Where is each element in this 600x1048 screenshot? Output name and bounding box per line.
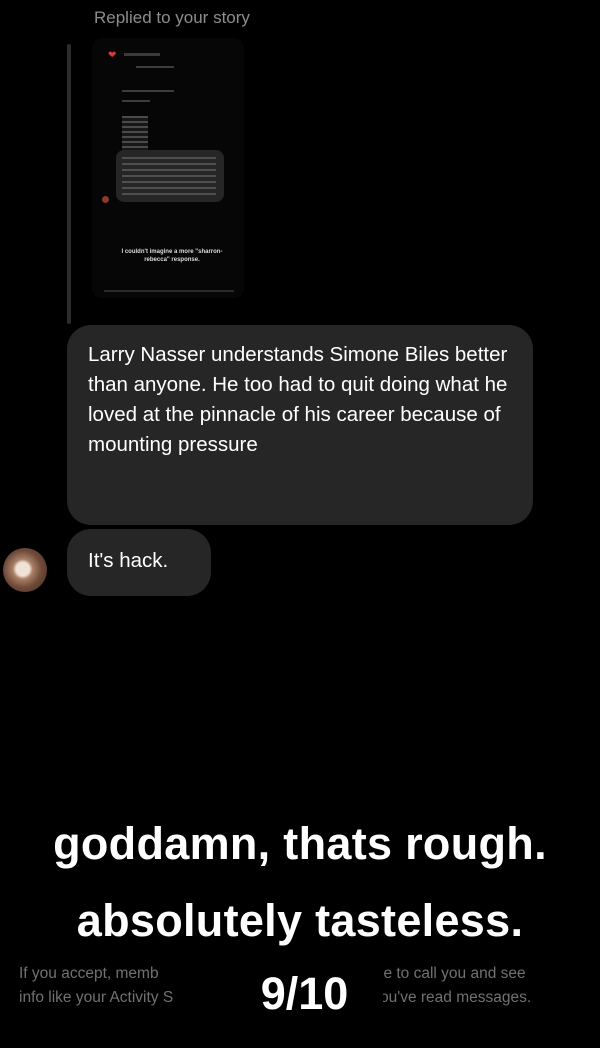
overlay-caption-line-1: goddamn, thats rough. [53,818,547,869]
story-preview-line [136,66,174,68]
message-request-notice-right: le to call you and see ou've read messag… [380,962,590,1010]
sender-avatar[interactable] [3,548,47,592]
story-preview-line [122,90,174,92]
story-preview-username [124,53,160,56]
story-preview-avatar-dot [102,196,109,203]
overlay-caption-line-2: absolutely tasteless. [76,895,524,946]
story-reply-bar [67,44,71,324]
story-preview-caption: I couldn't imagine a more "sharron-rebec… [121,249,223,263]
replied-to-story-label: Replied to your story [94,8,250,27]
message-bubble[interactable]: Larry Nasser understands Simone Biles be… [67,325,533,525]
message-request-notice-left: If you accept, memb info like your Activ… [19,962,227,1010]
story-preview-bubble-text [122,157,216,195]
heart-icon: ❤ [108,50,117,61]
story-preview-line [122,100,150,102]
story-preview-thumbnail[interactable]: ❤ I couldn't imagine a more "sharron-reb… [92,38,244,298]
notice-left-text: If you accept, memb info like your Activ… [19,965,174,1006]
message-bubble[interactable]: It's hack. [67,529,211,596]
notice-right-text: le to call you and see ou've read messag… [380,965,532,1006]
story-preview-bubble [116,150,224,202]
story-preview-footer [104,290,234,292]
score-sticker: 9/10 [260,968,349,1019]
